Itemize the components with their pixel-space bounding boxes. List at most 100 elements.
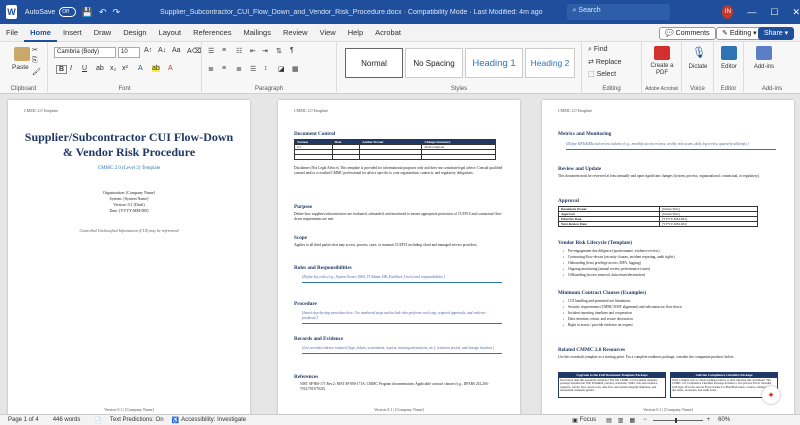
autosave-toggle[interactable]: Off: [59, 7, 76, 17]
table-cell[interactable]: [YYYY-MM-DD]: [659, 221, 758, 227]
align-center-icon[interactable]: ≡: [222, 65, 226, 72]
decrease-indent-icon[interactable]: ⇤: [250, 47, 256, 55]
paste-icon[interactable]: [14, 47, 30, 61]
strikethrough-icon[interactable]: ab: [96, 65, 104, 72]
print-layout-icon[interactable]: ▥: [618, 417, 624, 424]
select-button[interactable]: ⬚ Select: [588, 70, 616, 78]
editor-button[interactable]: Editor: [716, 64, 742, 70]
sort-icon[interactable]: ⇅: [276, 47, 282, 55]
addins-button[interactable]: Add-ins: [748, 64, 780, 70]
read-mode-icon[interactable]: ▤: [606, 417, 612, 424]
tab-view[interactable]: View: [314, 24, 342, 42]
numbering-icon[interactable]: ≡: [222, 47, 226, 54]
borders-icon[interactable]: ▦: [292, 65, 299, 73]
editor-group-label: Editor: [720, 86, 737, 92]
replace-button[interactable]: ⇄ Replace: [588, 58, 622, 66]
tab-help[interactable]: Help: [342, 24, 369, 42]
tab-insert[interactable]: Insert: [57, 24, 88, 42]
copy-icon[interactable]: ⎘: [32, 57, 38, 65]
font-size-select[interactable]: 10: [118, 47, 140, 58]
style-heading-1[interactable]: Heading 1: [465, 48, 523, 78]
table-cell[interactable]: [359, 154, 423, 160]
superscript-icon[interactable]: x²: [122, 65, 128, 72]
line-spacing-icon[interactable]: ↕: [264, 65, 268, 72]
tab-review[interactable]: Review: [277, 24, 314, 42]
copilot-icon[interactable]: ✦: [762, 386, 780, 404]
focus-button[interactable]: Focus: [580, 417, 596, 423]
grow-font-icon[interactable]: A↑: [144, 47, 152, 54]
document-workspace[interactable]: CMMC 2.0 Template Supplier/Subcontractor…: [0, 94, 800, 414]
accessibility-status[interactable]: Accessibility: Investigate: [181, 417, 246, 423]
subscript-icon[interactable]: x₂: [110, 65, 116, 72]
editing-mode-button[interactable]: ✎ Editing ▾: [716, 27, 763, 40]
find-button[interactable]: ⌕ Find: [588, 46, 608, 54]
tab-file[interactable]: File: [0, 24, 24, 42]
bullets-icon[interactable]: ☰: [208, 47, 214, 55]
tab-acrobat[interactable]: Acrobat: [369, 24, 407, 42]
comments-button[interactable]: 💬 Comments: [659, 27, 716, 40]
clear-formatting-icon[interactable]: A⌫: [187, 47, 202, 55]
increase-indent-icon[interactable]: ⇥: [262, 47, 268, 55]
text-effects-icon[interactable]: A: [138, 65, 143, 72]
page-count[interactable]: Page 1 of 4: [8, 417, 39, 423]
document-page-3[interactable]: CMMC 2.0 Template Metrics and Monitoring…: [542, 100, 794, 414]
style-normal[interactable]: Normal: [345, 48, 403, 78]
highlight-icon[interactable]: ab: [152, 65, 160, 72]
paste-button[interactable]: Paste: [12, 64, 29, 71]
undo-icon[interactable]: ↶: [99, 7, 107, 18]
redo-icon[interactable]: ↷: [113, 7, 121, 18]
word-count[interactable]: 446 words: [53, 417, 81, 423]
proofing-icon[interactable]: 📄: [94, 417, 101, 424]
create-pdf-icon[interactable]: [654, 46, 670, 60]
table-cell[interactable]: [331, 154, 361, 160]
font-color-icon[interactable]: A: [168, 65, 173, 72]
align-right-icon[interactable]: ≣: [236, 65, 242, 73]
tab-design[interactable]: Design: [117, 24, 152, 42]
italic-button[interactable]: I: [70, 65, 72, 72]
minimize-button[interactable]: —: [747, 7, 756, 17]
style-no-spacing[interactable]: No Spacing: [405, 48, 463, 78]
zoom-level[interactable]: 60%: [718, 417, 730, 423]
change-case-icon[interactable]: Aa: [172, 47, 181, 54]
table-cell[interactable]: [294, 154, 333, 160]
maximize-button[interactable]: ☐: [770, 7, 778, 18]
zoom-slider-handle[interactable]: [674, 417, 677, 423]
editor-icon[interactable]: [721, 46, 737, 60]
tab-mailings[interactable]: Mailings: [237, 24, 277, 42]
table-cell[interactable]: Next Review Date: [558, 221, 660, 227]
tab-references[interactable]: References: [187, 24, 237, 42]
text-predictions[interactable]: Text Predictions: On: [110, 417, 164, 423]
save-icon[interactable]: 💾: [82, 7, 93, 18]
zoom-slider[interactable]: [652, 417, 703, 423]
style-heading-2[interactable]: Heading 2: [525, 48, 575, 78]
tab-layout[interactable]: Layout: [153, 24, 188, 42]
promo-full-package[interactable]: Upgrade to the Full Document Template Pa…: [558, 372, 666, 398]
multilevel-list-icon[interactable]: ☷: [236, 47, 242, 55]
search-box[interactable]: ⌕ Search: [566, 4, 671, 20]
justify-icon[interactable]: ☰: [250, 65, 256, 73]
tab-home[interactable]: Home: [24, 24, 57, 42]
zoom-in-icon[interactable]: +: [707, 417, 711, 423]
shading-icon[interactable]: ◪: [278, 65, 285, 73]
align-left-icon[interactable]: ≣: [208, 65, 214, 73]
dictate-button[interactable]: Dictate: [684, 64, 712, 70]
user-avatar[interactable]: IN: [722, 5, 734, 19]
document-page-1[interactable]: CMMC 2.0 Template Supplier/Subcontractor…: [8, 100, 250, 414]
font-name-select[interactable]: Cambria (Body): [54, 47, 116, 58]
underline-button[interactable]: U: [82, 65, 87, 72]
table-cell[interactable]: [421, 154, 496, 160]
tab-draw[interactable]: Draw: [88, 24, 118, 42]
shrink-font-icon[interactable]: A↓: [158, 47, 166, 54]
web-layout-icon[interactable]: ▦: [629, 417, 635, 424]
addins-icon[interactable]: [756, 46, 772, 60]
bold-button[interactable]: B: [56, 65, 68, 74]
cut-icon[interactable]: ✂: [32, 46, 38, 54]
zoom-out-icon[interactable]: −: [643, 417, 647, 423]
show-marks-icon[interactable]: ¶: [290, 47, 294, 54]
create-pdf-button[interactable]: Create a PDF: [644, 63, 680, 76]
microphone-icon[interactable]: 🎙: [692, 46, 706, 59]
close-button[interactable]: ✕: [792, 7, 800, 18]
share-button[interactable]: Share ▾: [758, 27, 795, 40]
format-painter-icon[interactable]: 🖌: [32, 68, 41, 76]
document-page-2[interactable]: CMMC 2.0 Template Document Control Versi…: [278, 100, 520, 414]
